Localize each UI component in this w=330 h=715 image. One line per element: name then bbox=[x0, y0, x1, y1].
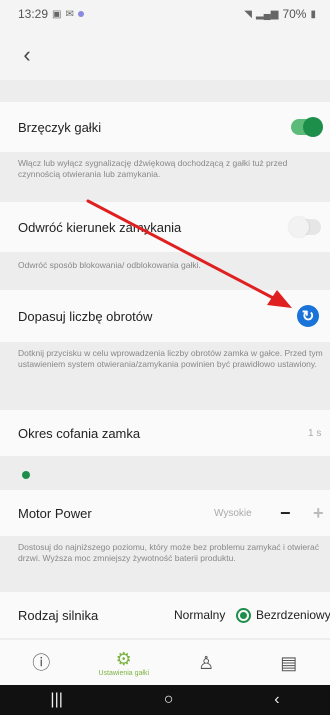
radio-selected-icon[interactable] bbox=[236, 607, 251, 623]
motor-power-value: Wysokie bbox=[214, 507, 252, 519]
app-header: ‹ bbox=[0, 28, 330, 80]
settings-list: Brzęczyk gałki Włącz lub wyłącz sygnaliz… bbox=[0, 80, 330, 640]
reverse-toggle[interactable] bbox=[289, 217, 321, 237]
status-time: 13:29 bbox=[18, 7, 49, 21]
buzzer-toggle[interactable] bbox=[291, 117, 323, 137]
system-navigation-bar: ||| ○ ‹ bbox=[0, 685, 330, 715]
retract-setting-row[interactable]: Okres cofania zamka 1 s bbox=[0, 410, 330, 456]
wifi-icon: ◥ bbox=[244, 8, 252, 20]
motor-power-description: Dostosuj do najniższego poziomu, który m… bbox=[18, 542, 319, 563]
recent-apps-icon[interactable]: ||| bbox=[50, 691, 62, 709]
motor-type-normal-label: Normalny bbox=[174, 608, 226, 622]
signal-icon: ▂▄▆ bbox=[255, 8, 279, 20]
rotations-description: Dotknij przycisku w celu wprowadzenia li… bbox=[18, 348, 323, 369]
rotations-label: Dopasuj liczbę obrotów bbox=[18, 308, 153, 324]
motor-type-label: Rodzaj silnika bbox=[18, 607, 99, 623]
status-bar: 13:29 ▣ ✉ ◥ ▂▄▆ 70% ▮ bbox=[0, 0, 330, 28]
battery-icon: ▮ bbox=[310, 8, 316, 20]
reverse-label: Odwróć kierunek zamykania bbox=[18, 219, 182, 235]
buzzer-label: Brzęczyk gałki bbox=[18, 119, 102, 135]
battery-level: 70% bbox=[282, 7, 307, 21]
motor-type-coreless-option[interactable]: Bezrdzeniowy bbox=[236, 607, 330, 623]
bottom-navigation: ⓘ ⚙ Ustawienia gałki ♙ ▤ bbox=[0, 640, 330, 685]
notification-dot-icon bbox=[77, 11, 84, 17]
motor-power-decrease-button[interactable]: − bbox=[280, 503, 291, 524]
reverse-description: Odwróć sposób blokowania/ odblokowania g… bbox=[18, 260, 201, 270]
chevron-left-icon: ‹ bbox=[23, 42, 31, 67]
clipboard-icon: ▤ bbox=[280, 652, 298, 673]
motor-type-normal-option[interactable]: Normalny bbox=[174, 608, 225, 622]
notification-icon: ▣ bbox=[52, 8, 62, 20]
motor-type-row: Rodzaj silnika Normalny Bezrdzeniowy bbox=[0, 592, 330, 638]
toggle-knob bbox=[289, 217, 309, 237]
nav-knob-settings-label: Ustawienia gałki bbox=[98, 669, 150, 677]
motor-power-label: Motor Power bbox=[18, 505, 92, 521]
buzzer-setting-row: Brzęczyk gałki bbox=[0, 102, 330, 152]
motor-power-increase-button[interactable]: + bbox=[313, 503, 324, 524]
notification-icon: ✉ bbox=[65, 8, 74, 20]
buzzer-description: Włącz lub wyłącz sygnalizację dźwiękową … bbox=[18, 158, 288, 179]
nav-knob-settings[interactable]: ⚙ Ustawienia gałki bbox=[94, 649, 154, 677]
retract-value: 1 s bbox=[308, 427, 322, 439]
user-icon: ♙ bbox=[198, 652, 215, 673]
nav-info[interactable]: ⓘ bbox=[11, 653, 71, 673]
info-icon: ⓘ bbox=[32, 652, 51, 673]
back-button[interactable]: ‹ bbox=[12, 40, 42, 70]
motor-type-coreless-label: Bezrdzeniowy bbox=[256, 608, 330, 622]
rotations-setting-row: Dopasuj liczbę obrotów ↻ bbox=[0, 290, 330, 342]
back-icon[interactable]: ‹ bbox=[274, 691, 279, 709]
rotations-refresh-button[interactable]: ↻ bbox=[297, 305, 319, 327]
toggle-knob bbox=[303, 117, 323, 137]
gear-icon: ⚙ bbox=[115, 648, 132, 669]
status-indicator-dot bbox=[22, 471, 30, 479]
retract-label: Okres cofania zamka bbox=[18, 425, 141, 441]
nav-users[interactable]: ♙ bbox=[176, 653, 236, 673]
motor-power-row: Motor Power Wysokie − + bbox=[0, 490, 330, 536]
nav-records[interactable]: ▤ bbox=[259, 653, 319, 673]
reverse-setting-row: Odwróć kierunek zamykania bbox=[0, 202, 330, 252]
home-icon[interactable]: ○ bbox=[164, 691, 174, 709]
refresh-icon: ↻ bbox=[301, 308, 315, 325]
